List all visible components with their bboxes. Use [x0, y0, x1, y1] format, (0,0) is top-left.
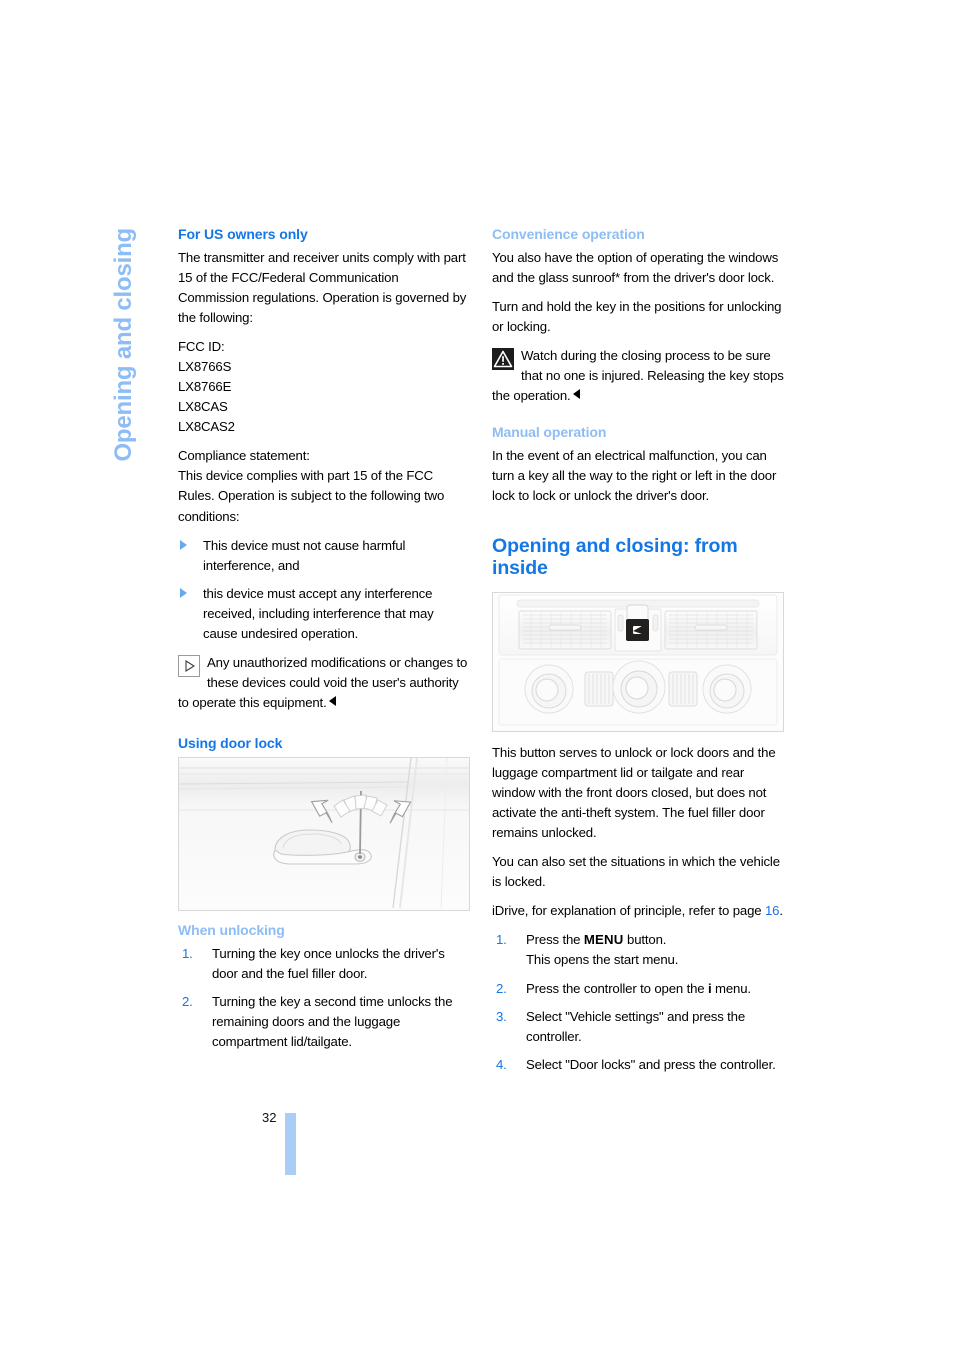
menu-button-label: MENU [583, 932, 624, 948]
note-text: Any unauthorized modifications or change… [178, 654, 468, 711]
door-lock-illustration [179, 757, 469, 909]
warning-triangle-icon [492, 348, 514, 371]
compliance-text: This device complies with part 15 of the… [178, 468, 445, 524]
step-number: 2. [496, 980, 507, 996]
step-number: 1. [182, 945, 193, 961]
fcc-id-block: FCC ID: LX8766S LX8766E LX8CAS LX8CAS2 [178, 337, 470, 437]
triangle-bullet-icon [180, 587, 187, 598]
fcc-id-value: LX8CAS [178, 399, 228, 415]
step-text-post: menu. [711, 980, 751, 996]
list-item-text: This device must not cause harmful inter… [203, 537, 406, 573]
list-item: 2. Press the controller to open the i me… [492, 979, 784, 999]
paragraph-set-situations: You can also set the situations in which… [492, 854, 780, 890]
compliance-statement-block: Compliance statement: This device compli… [178, 446, 470, 526]
document-page: Opening and closing For US owners only T… [0, 0, 954, 1351]
fcc-id-label: FCC ID: [178, 339, 225, 355]
list-item: This device must not cause harmful inter… [178, 536, 470, 576]
left-column: For US owners only The transmitter and r… [178, 226, 470, 1061]
step-text-post: button. [623, 932, 667, 948]
idrive-steps: 1. Press the MENU button. This opens the… [492, 930, 784, 1074]
fcc-conditions-list: This device must not cause harmful inter… [178, 536, 470, 644]
fcc-id-value: LX8766S [178, 359, 232, 375]
fcc-id-value: LX8CAS2 [178, 419, 235, 435]
compliance-label: Compliance statement: [178, 448, 310, 464]
heading-manual-operation: Manual operation [492, 424, 607, 441]
step-text-pre: Press the controller to open the [526, 980, 708, 996]
center-console-illustration [493, 592, 783, 729]
right-column: Convenience operation You also have the … [492, 226, 784, 1084]
heading-convenience-operation: Convenience operation [492, 226, 645, 242]
warning-closing-process: Watch during the closing process to be s… [492, 346, 784, 406]
page-marker-bar [285, 1113, 296, 1175]
paragraph-convenience-part-b: from the driver's door lock. [619, 269, 775, 285]
end-of-note-icon [328, 696, 336, 707]
list-item: 1. Press the MENU button. This opens the… [492, 930, 784, 970]
paragraph-idrive-reference: iDrive, for explanation of principle, re… [492, 901, 784, 921]
heading-opening-closing-from-inside: Opening and closing: from inside [492, 535, 738, 580]
figure-door-lock [178, 756, 470, 911]
step-number: 3. [496, 1008, 507, 1024]
note-triangle-icon [178, 654, 200, 677]
page-reference-link[interactable]: 16 [765, 903, 780, 918]
idrive-reference-prefix: iDrive, for explanation of principle, re… [492, 903, 765, 919]
heading-when-unlocking: When unlocking [178, 921, 285, 938]
step-text-pre: Press the [526, 932, 584, 948]
step-text: Select "Door locks" and press the contro… [526, 1056, 776, 1072]
when-unlocking-steps: 1. Turning the key once unlocks the driv… [178, 944, 470, 1052]
list-item: this device must accept any interference… [178, 584, 470, 644]
note-unauthorized-modifications: Any unauthorized modifications or change… [178, 653, 470, 713]
paragraph-transmitter-compliance: The transmitter and receiver units compl… [178, 249, 467, 325]
list-item: 4. Select "Door locks" and press the con… [492, 1055, 784, 1075]
paragraph-button-function: This button serves to unlock or lock doo… [492, 744, 776, 841]
end-of-warning-icon [572, 389, 580, 400]
heading-for-us-owners-only: For US owners only [178, 226, 308, 242]
chapter-title: Opening and closing [110, 228, 137, 462]
page-number: 32 [262, 1110, 277, 1125]
warning-text: Watch during the closing process to be s… [492, 348, 784, 404]
list-item: 2. Turning the key a second time unlocks… [178, 992, 470, 1052]
triangle-bullet-icon [180, 539, 187, 550]
step-text: Turning the key a second time unlocks th… [212, 993, 453, 1049]
step-subtext: This opens the start menu. [526, 952, 679, 968]
heading-using-door-lock: Using door lock [178, 735, 283, 752]
paragraph-manual-operation: In the event of an electrical malfunctio… [492, 448, 777, 504]
list-item-text: this device must accept any interference… [203, 585, 434, 641]
list-item: 1. Turning the key once unlocks the driv… [178, 944, 470, 984]
chapter-tab: Opening and closing [110, 228, 152, 518]
paragraph-turn-and-hold: Turn and hold the key in the positions f… [492, 298, 782, 334]
paragraph-convenience-windows: You also have the option of operating th… [492, 248, 784, 288]
fcc-id-value: LX8766E [178, 379, 232, 395]
step-text: Select "Vehicle settings" and press the … [526, 1008, 746, 1044]
step-text: Turning the key once unlocks the driver'… [212, 945, 445, 981]
figure-center-console [492, 591, 784, 732]
idrive-reference-suffix: . [779, 903, 783, 919]
list-item: 3. Select "Vehicle settings" and press t… [492, 1007, 784, 1047]
step-number: 1. [496, 932, 507, 948]
step-number: 4. [496, 1056, 507, 1072]
step-number: 2. [182, 993, 193, 1009]
